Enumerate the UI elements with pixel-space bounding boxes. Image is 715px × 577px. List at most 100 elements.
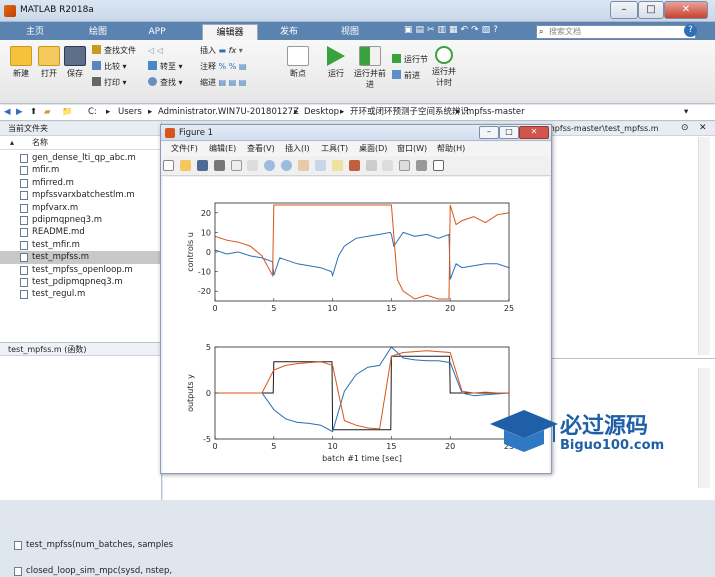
printer-icon (92, 77, 101, 86)
new-figure-icon[interactable] (163, 160, 174, 171)
list-item[interactable]: gen_dense_lti_qp_abc.m (0, 152, 161, 164)
quick-access-icons[interactable]: ▣▤✂▥▦↶↷▧? (404, 25, 532, 37)
breadcrumb-users[interactable]: Users (118, 105, 142, 120)
breadcrumb-project[interactable]: 开环或闭环预测子空间系统辨识 (350, 105, 469, 120)
vertical-scrollbar[interactable] (698, 137, 710, 355)
nav-back-icon[interactable]: ◁ ◁ (148, 45, 163, 57)
link-plot-icon[interactable] (365, 160, 377, 171)
pointer-icon[interactable] (247, 160, 259, 171)
tab-view[interactable]: 视图 (322, 24, 378, 40)
list-item[interactable]: test_pdipmqpneq3.m (0, 276, 161, 288)
tab-plots[interactable]: 绘图 (68, 24, 128, 40)
compare-button[interactable]: 比较 ▾ (92, 61, 127, 73)
print-figure-icon[interactable] (213, 160, 225, 171)
list-item[interactable]: mpfssvarxbatchestlm.m (0, 189, 161, 201)
run-button[interactable]: 运行 (322, 46, 350, 79)
sort-icon[interactable]: ▴ (10, 136, 14, 150)
menu-tools[interactable]: 工具(T) (321, 142, 348, 156)
breadcrumb-admin[interactable]: Administrator.WIN7U-20180127Z (158, 105, 299, 120)
tab-editor[interactable]: 编辑器 (202, 24, 258, 40)
back-icon[interactable]: ◀ (4, 105, 11, 120)
run-section-button[interactable]: 运行节 (392, 54, 428, 66)
close-panel-icon[interactable]: ✕ (699, 123, 707, 133)
column-header[interactable]: 名称 ▴ (0, 136, 161, 150)
browse-folder-icon[interactable]: ▰ (44, 105, 51, 120)
list-item[interactable]: mfirred.m (0, 177, 161, 189)
maximize-button[interactable]: □ (638, 1, 664, 19)
details-header[interactable]: test_mpfss.m (函数) (0, 342, 161, 356)
list-item[interactable]: mpfvarx.m (0, 202, 161, 214)
open-button[interactable]: 打开 (36, 46, 62, 79)
print-button[interactable]: 打印 ▾ (92, 77, 127, 89)
menu-file[interactable]: 文件(F) (171, 142, 198, 156)
list-item[interactable]: test_mpfss_openloop.m (0, 264, 161, 276)
breadcrumb-desktop[interactable]: Desktop (304, 105, 339, 120)
goto-button[interactable]: 转至 ▾ (148, 61, 183, 73)
menu-help[interactable]: 帮助(H) (437, 142, 465, 156)
tab-home[interactable]: 主页 (10, 24, 60, 40)
indent-button[interactable]: 缩进 ▤ ▤ ▤ (200, 77, 246, 89)
breakpoint-button[interactable]: 断点 (285, 46, 311, 79)
function-item[interactable]: closed_loop_sim_mpc(sysd, nstep, (0, 565, 172, 577)
list-item[interactable]: mfir.m (0, 164, 161, 176)
fx-icon: fx (228, 46, 237, 55)
figure-minimize-button[interactable]: – (479, 126, 499, 139)
insert-button[interactable]: 插入 ▬ fx ▾ (200, 45, 243, 57)
y-axis-label: outputs y (186, 374, 195, 412)
menu-insert[interactable]: 插入(I) (285, 142, 310, 156)
list-item-selected[interactable]: test_mpfss.m (0, 251, 161, 264)
list-item[interactable]: test_regul.m (0, 288, 161, 300)
save-icon (64, 46, 86, 66)
save-button[interactable]: 保存 (62, 46, 88, 79)
edit-plot-icon[interactable] (230, 160, 242, 171)
show-tools-icon[interactable] (433, 160, 444, 171)
menu-window[interactable]: 窗口(W) (397, 142, 427, 156)
tab-apps[interactable]: APP (132, 24, 182, 40)
figure-maximize-button[interactable]: □ (499, 126, 519, 139)
menu-edit[interactable]: 编辑(E) (209, 142, 236, 156)
search-icon[interactable]: ⌕ (539, 27, 543, 37)
up-folder-icon[interactable]: ⬆ (30, 105, 37, 120)
list-item[interactable]: README.md (0, 226, 161, 238)
command-scrollbar[interactable] (698, 368, 710, 488)
insert-colorbar-icon[interactable] (382, 160, 394, 171)
help-icon[interactable]: ? (684, 24, 697, 37)
comment-button[interactable]: 注释 % % ▤ (200, 61, 246, 73)
breadcrumb-c[interactable]: C: (88, 105, 97, 120)
watermark-title: 必过源码 (560, 414, 649, 439)
zoom-out-icon[interactable] (281, 160, 293, 171)
run-advance-button[interactable]: 运行并前进 (352, 46, 388, 90)
close-button[interactable]: ✕ (664, 1, 708, 19)
x-tick-label: 5 (271, 304, 276, 313)
zoom-in-icon[interactable] (264, 160, 276, 171)
data-cursor-icon[interactable] (331, 160, 343, 171)
tab-publish[interactable]: 发布 (264, 24, 314, 40)
open-file-icon[interactable] (179, 160, 191, 171)
minimize-button[interactable]: – (610, 1, 638, 19)
find-files-button[interactable]: 查找文件 (92, 45, 136, 57)
address-bar[interactable]: ◀ ▶ ⬆ ▰ 📁 C: ▸ Users ▸ Administrator.WIN… (0, 105, 715, 121)
save-figure-icon[interactable] (196, 160, 208, 171)
list-item[interactable]: test_mfir.m (0, 239, 161, 251)
insert-legend-icon[interactable] (399, 160, 411, 171)
new-button[interactable]: 新建 (6, 46, 36, 79)
hide-tools-icon[interactable] (416, 160, 428, 171)
rotate-icon[interactable] (314, 160, 326, 171)
list-item[interactable]: pdipmqpneq3.m (0, 214, 161, 226)
pan-icon[interactable] (298, 160, 309, 171)
search-input[interactable]: 搜索文档 (536, 25, 696, 39)
brush-icon[interactable] (348, 160, 360, 171)
forward-icon[interactable]: ▶ (16, 105, 23, 120)
address-dropdown-icon[interactable]: ▾ (684, 105, 688, 120)
advance-button[interactable]: 前进 (392, 70, 420, 82)
find-button[interactable]: 查找 ▾ (148, 77, 183, 89)
breadcrumb-sep: ▸ (148, 107, 153, 117)
run-time-button[interactable]: 运行并计时 (430, 46, 458, 88)
function-item[interactable]: test_mpfss(num_batches, samples (0, 539, 173, 551)
figure-close-button[interactable]: ✕ (519, 126, 549, 139)
menu-view[interactable]: 查看(V) (247, 142, 275, 156)
panel-menu-icon[interactable]: ⊙ (681, 123, 689, 133)
x-tick-label: 20 (445, 442, 455, 451)
menu-desktop[interactable]: 桌面(D) (359, 142, 387, 156)
breadcrumb-mpfss[interactable]: mpfss-master (466, 105, 525, 120)
